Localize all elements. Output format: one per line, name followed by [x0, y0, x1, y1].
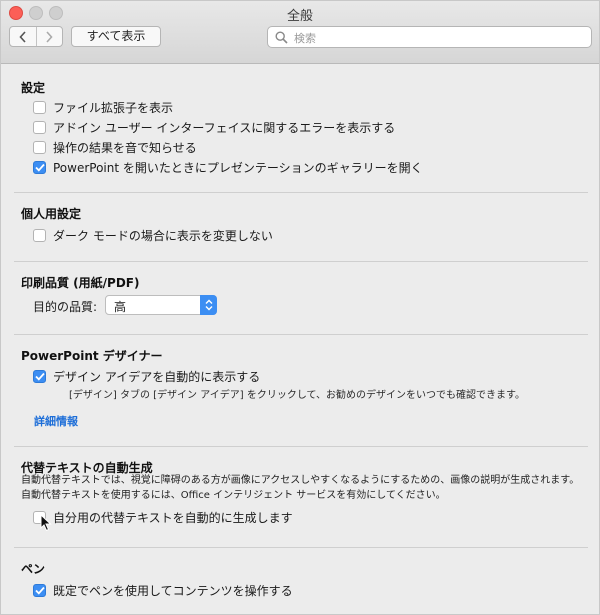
checkbox-checked[interactable] [33, 161, 46, 174]
checkbox-label: 操作の結果を音で知らせる [53, 141, 197, 155]
section-title-settings: 設定 [21, 81, 46, 95]
learn-more-link[interactable]: 詳細情報 [34, 413, 78, 429]
chevron-left-icon [19, 30, 26, 43]
checkbox-row-open-gallery[interactable]: PowerPoint を開いたときにプレゼンテーションのギャラリーを開く [33, 159, 423, 176]
search-input[interactable] [292, 28, 586, 48]
checkbox-label: 既定でペンを使用してコンテンツを操作する [53, 584, 293, 598]
checkbox[interactable] [33, 141, 46, 154]
checkbox-row-auto-alt-text[interactable]: 自分用の代替テキストを自動的に生成します [33, 509, 293, 526]
checkbox-row-design-ideas[interactable]: デザイン アイデアを自動的に表示する [33, 368, 260, 385]
section-divider [14, 446, 588, 447]
checkmark-icon [34, 586, 45, 595]
chevron-right-icon [46, 30, 53, 43]
checkmark-icon [34, 163, 45, 172]
target-quality-select[interactable]: 高 [105, 295, 217, 315]
show-all-button[interactable]: すべて表示 [71, 26, 161, 47]
checkbox-row-addin-errors[interactable]: アドイン ユーザー インターフェイスに関するエラーを表示する [33, 119, 395, 136]
checkbox-label: 自分用の代替テキストを自動的に生成します [53, 511, 293, 525]
checkbox-checked[interactable] [33, 370, 46, 383]
section-title-pen: ペン [21, 562, 46, 576]
section-divider [14, 261, 588, 262]
search-icon [275, 31, 288, 44]
design-ideas-hint: [デザイン] タブの [デザイン アイデア] をクリックして、お勧めのデザインを… [69, 390, 526, 401]
alt-text-description: 自動代替テキストでは、視覚に障碍のある方が画像にアクセスしやすくなるようにするた… [21, 475, 580, 501]
section-title-print-quality: 印刷品質 (用紙/PDF) [21, 276, 140, 290]
checkbox-row-dark-mode[interactable]: ダーク モードの場合に表示を変更しない [33, 227, 273, 244]
checkbox[interactable] [33, 101, 46, 114]
checkbox-row-show-extensions[interactable]: ファイル拡張子を表示 [33, 99, 173, 116]
checkbox-label: PowerPoint を開いたときにプレゼンテーションのギャラリーを開く [53, 161, 423, 175]
forward-button[interactable] [37, 27, 63, 46]
checkbox-label: アドイン ユーザー インターフェイスに関するエラーを表示する [53, 121, 396, 135]
checkbox-label: ダーク モードの場合に表示を変更しない [53, 229, 273, 243]
checkbox-label: ファイル拡張子を表示 [53, 101, 174, 115]
checkmark-icon [34, 372, 45, 381]
checkbox-checked[interactable] [33, 584, 46, 597]
checkbox[interactable] [33, 121, 46, 134]
nav-buttons [9, 26, 63, 47]
section-divider [14, 547, 588, 548]
mouse-pointer-icon [40, 514, 52, 532]
search-field[interactable] [267, 26, 592, 48]
titlebar: 全般 すべて表示 [1, 1, 599, 64]
checkbox-row-sound-feedback[interactable]: 操作の結果を音で知らせる [33, 139, 197, 156]
section-title-designer: PowerPoint デザイナー [21, 349, 163, 363]
section-divider [14, 192, 588, 193]
section-divider [14, 334, 588, 335]
back-button[interactable] [10, 27, 37, 46]
target-quality-label: 目的の品質: [33, 300, 98, 314]
select-value: 高 [114, 300, 127, 314]
section-title-personal: 個人用設定 [21, 207, 82, 221]
preferences-window: 全般 すべて表示 設定 ファイル拡張子を表示 アドイン ユーザー インターフェイ… [0, 0, 600, 615]
checkbox[interactable] [33, 229, 46, 242]
window-title: 全般 [286, 9, 313, 24]
checkbox-row-pen-default[interactable]: 既定でペンを使用してコンテンツを操作する [33, 582, 293, 599]
updown-arrows-icon [200, 295, 217, 315]
checkbox-label: デザイン アイデアを自動的に表示する [53, 370, 261, 384]
